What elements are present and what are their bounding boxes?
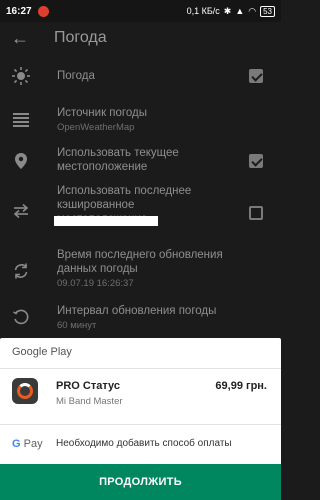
swap-icon [13, 203, 29, 219]
cached-location-checkbox[interactable] [249, 206, 263, 220]
google-play-sheet: Google Play PRO Статус Mi Band Master 69… [0, 338, 281, 500]
status-right: 0,1 КБ/с ✱ ▲ ◠ 53 [186, 5, 275, 17]
setting-value: OpenWeatherMap [57, 122, 135, 133]
setting-label: Интервал обновления погоды [57, 305, 217, 317]
app-logo-icon [17, 383, 33, 399]
signal-icon: ▲ [235, 6, 245, 16]
product-name: PRO Статус [56, 380, 120, 392]
setting-label: Использовать текущее местоположение [57, 147, 179, 173]
gpay-label: Pay [23, 438, 43, 450]
setting-weather[interactable]: Погода [0, 54, 281, 98]
payment-method-message[interactable]: Необходимо добавить способ оплаты [56, 438, 232, 449]
divider [0, 424, 281, 425]
developer-name: Mi Band Master [56, 396, 123, 407]
refresh-icon [14, 263, 28, 279]
page-title: Погода [54, 29, 107, 46]
location-pin-icon [15, 153, 27, 169]
app-icon [12, 378, 38, 404]
setting-weather-source[interactable]: Источник погоды OpenWeatherMap [0, 98, 281, 140]
list-icon [13, 113, 29, 127]
network-speed: 0,1 КБ/с [186, 6, 220, 16]
status-bar: 16:27 0,1 КБ/с ✱ ▲ ◠ 53 [0, 0, 281, 22]
app-bar: ← Погода [0, 22, 281, 54]
google-g-icon: G [12, 438, 21, 450]
battery-icon: 53 [260, 5, 275, 17]
history-icon [13, 309, 29, 325]
bluetooth-icon: ✱ [223, 5, 232, 16]
continue-button[interactable]: ПРОДОЛЖИТЬ [0, 464, 281, 500]
back-arrow-icon[interactable]: ← [0, 28, 40, 49]
google-pay-logo: G Pay [12, 438, 43, 450]
setting-value: 60 минут [57, 320, 97, 331]
setting-label: Погода [57, 70, 95, 82]
product-price: 69,99 грн. [215, 380, 267, 392]
sun-icon [12, 67, 30, 85]
weather-checkbox[interactable] [249, 69, 263, 83]
setting-label: Источник погоды [57, 107, 147, 119]
status-time: 16:27 [6, 5, 32, 17]
setting-value: 09.07.19 16:26:37 [57, 278, 134, 289]
notification-icon [37, 5, 49, 17]
setting-last-update: Время последнего обновления данных погод… [0, 246, 281, 296]
redaction-bar [54, 216, 158, 226]
wifi-icon: ◠ [248, 5, 257, 16]
divider [0, 368, 281, 369]
setting-cached-location[interactable]: Использовать последнее кэшированное мест… [0, 182, 281, 246]
setting-update-interval[interactable]: Интервал обновления погоды 60 минут [0, 296, 281, 338]
setting-label: Время последнего обновления данных погод… [57, 249, 223, 275]
current-location-checkbox[interactable] [249, 154, 263, 168]
setting-current-location[interactable]: Использовать текущее местоположение [0, 140, 281, 182]
sheet-header: Google Play [12, 346, 72, 358]
